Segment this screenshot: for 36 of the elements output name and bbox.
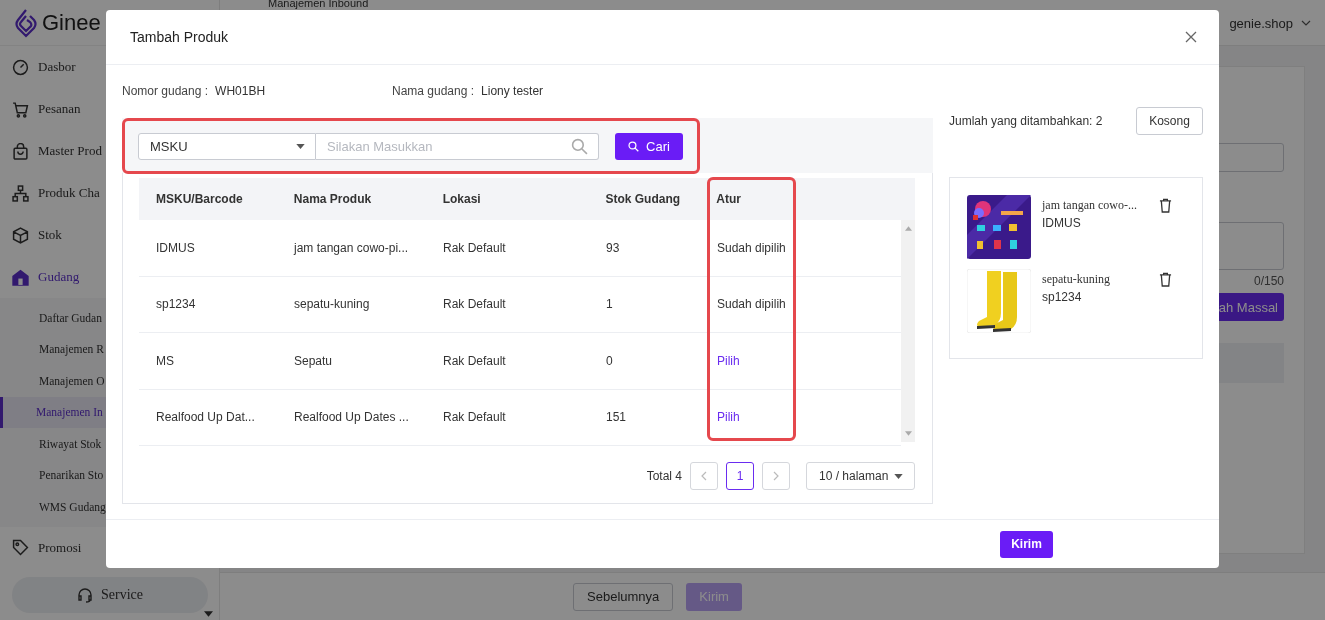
selected-status: Sudah dipilih: [717, 297, 786, 312]
char-counter: 0/150: [1253, 274, 1284, 288]
product-name: sepatu-kuning: [1042, 272, 1111, 287]
table-cell-text: Rak Default: [442, 240, 507, 255]
table-cell-text: 0: [605, 353, 614, 368]
info-label: Nama gudang :: [392, 84, 475, 98]
column-header: MSKU/Barcode: [155, 192, 244, 206]
table-cell-text: Rak Default: [442, 353, 507, 368]
table-cell-text: IDMUS: [155, 240, 196, 255]
product-sku: sp1234: [1042, 290, 1083, 304]
table-cell-text: sepatu-kuning: [293, 297, 371, 312]
added-count: Jumlah yang ditambahkan: 2: [949, 114, 1103, 128]
table-cell-text: 1: [605, 297, 614, 312]
column-header: Lokasi: [441, 192, 482, 206]
table-cell-text: jam tangan cowo-pi...: [292, 240, 410, 255]
product-name: jam tangan cowo-...: [1042, 198, 1138, 213]
table-cell-text: Rak Default: [442, 410, 507, 425]
table-cell-text: Realfood Up Dat...: [155, 410, 256, 425]
logo-text: Ginee: [42, 9, 101, 36]
table-cell-text: Sepatu: [293, 353, 334, 368]
column-header: Atur: [715, 192, 742, 206]
column-header: Nama Produk: [292, 192, 373, 206]
modal-title: Tambah Produk: [130, 29, 229, 45]
table-cell-text: 93: [605, 240, 621, 255]
product-sku: IDMUS: [1042, 216, 1082, 230]
column-header: Stok Gudang: [604, 192, 682, 206]
selected-status: Sudah dipilih: [717, 240, 786, 255]
table-cell-text: Realfood Up Dates ...: [293, 410, 410, 425]
total-count: Total 4: [646, 469, 682, 483]
table-cell-text: Rak Default: [442, 297, 507, 312]
table-cell-text: 151: [605, 410, 628, 425]
info-value: Liony tester: [481, 84, 544, 98]
table-cell-text: sp1234: [155, 297, 197, 312]
info-value: WH01BH: [215, 84, 266, 98]
info-label: Nomor gudang :: [122, 84, 209, 98]
table-cell-text: MS: [155, 353, 175, 368]
